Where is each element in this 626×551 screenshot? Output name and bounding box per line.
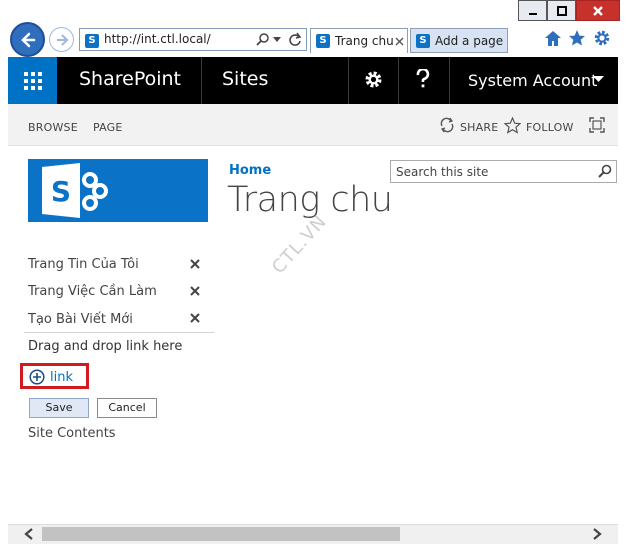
share-button[interactable]: SHARE (460, 121, 498, 134)
minimize-icon (528, 12, 537, 15)
add-link-button[interactable]: link (20, 363, 89, 389)
address-bar[interactable]: S http://int.ctl.local/ (79, 28, 307, 51)
sites-link[interactable]: Sites (222, 68, 268, 90)
remove-link-icon[interactable] (190, 259, 200, 269)
remove-link-icon[interactable] (190, 313, 200, 323)
divider (398, 57, 399, 104)
close-icon (593, 5, 603, 16)
tab-add-a-page[interactable]: S Add a page (410, 28, 508, 53)
nav-item-trang-viec-can-lam[interactable]: Trang Việc Cần Làm (28, 284, 157, 299)
settings-gear-icon[interactable] (593, 29, 611, 47)
divider (449, 57, 450, 104)
ribbon-tab-page[interactable]: PAGE (93, 121, 123, 134)
maximize-button[interactable] (547, 0, 576, 21)
help-icon[interactable] (416, 69, 430, 89)
favorites-star-icon[interactable] (568, 29, 586, 47)
app-launcher-icon[interactable] (8, 57, 57, 104)
tab-label: Add a page (435, 34, 504, 48)
nav-item-tao-bai-viet-moi[interactable]: Tạo Bài Viết Mới (28, 312, 133, 327)
scroll-right-icon[interactable] (592, 528, 602, 540)
back-arrow-icon (20, 32, 35, 47)
follow-button[interactable]: FOLLOW (526, 121, 574, 134)
search-icon[interactable] (256, 33, 270, 47)
scrollbar-thumb[interactable] (42, 527, 400, 541)
close-tab-icon[interactable] (395, 37, 404, 46)
follow-star-icon[interactable] (504, 117, 521, 134)
tab-label: Trang chu (335, 34, 394, 48)
cancel-button[interactable]: Cancel (97, 398, 157, 418)
remove-link-icon[interactable] (190, 286, 200, 296)
settings-gear-icon[interactable] (364, 70, 383, 89)
chevron-down-icon[interactable] (273, 37, 281, 43)
tab-trang-chu[interactable]: S Trang chu (310, 28, 408, 53)
ribbon-tab-browse[interactable]: BROWSE (28, 121, 78, 134)
refresh-icon[interactable] (288, 32, 302, 47)
divider (348, 57, 349, 104)
nav-item-trang-tin-cua-toi[interactable]: Trang Tin Của Tôi (28, 257, 139, 272)
sharepoint-logo-icon: S (42, 163, 108, 218)
drop-zone-hint: Drag and drop link here (28, 339, 183, 354)
user-menu[interactable]: System Account (468, 71, 597, 90)
breadcrumb-home[interactable]: Home (229, 163, 271, 178)
sharepoint-favicon-icon: S (416, 34, 430, 48)
chevron-down-icon[interactable] (593, 76, 604, 83)
watermark: CTL.VN (268, 211, 332, 279)
home-icon[interactable] (544, 30, 562, 47)
search-placeholder: Search this site (396, 165, 489, 179)
add-link-label: link (50, 370, 73, 385)
site-contents-link[interactable]: Site Contents (28, 426, 116, 441)
search-icon[interactable] (598, 164, 612, 178)
sharepoint-favicon-icon: S (85, 34, 99, 48)
sharepoint-favicon-icon: S (316, 34, 330, 48)
site-search-input[interactable]: Search this site (390, 160, 617, 183)
minimize-button[interactable] (518, 0, 547, 21)
close-window-button[interactable] (576, 0, 620, 21)
plus-circle-icon (29, 369, 45, 385)
back-button[interactable] (10, 22, 45, 57)
page-title: Trang chu (227, 180, 393, 220)
scroll-left-icon[interactable] (24, 528, 34, 540)
product-title[interactable]: SharePoint (79, 68, 181, 90)
share-icon[interactable] (439, 117, 455, 133)
focus-on-content-icon[interactable] (589, 117, 605, 133)
browser-window: S http://int.ctl.local/ S Trang chu S Ad… (0, 0, 626, 551)
divider (24, 332, 214, 333)
url-text: http://int.ctl.local/ (104, 32, 211, 46)
forward-button[interactable] (49, 27, 74, 52)
svg-text:S: S (51, 175, 71, 208)
save-button[interactable]: Save (29, 398, 89, 418)
maximize-icon (556, 5, 567, 16)
forward-arrow-icon (56, 33, 68, 46)
divider (201, 57, 202, 104)
site-logo[interactable]: S (28, 159, 208, 222)
